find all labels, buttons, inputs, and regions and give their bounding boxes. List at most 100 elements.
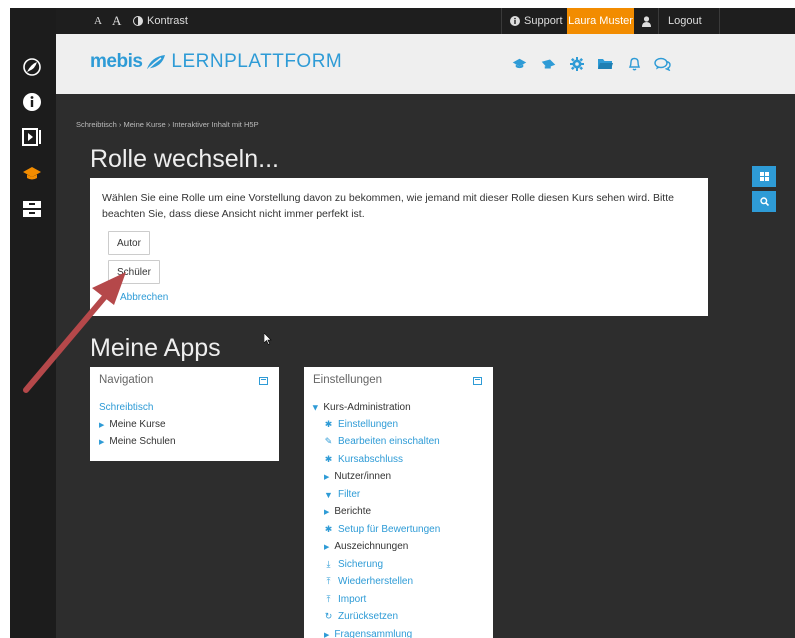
user-menu-button[interactable]: Laura Muster: [567, 8, 634, 34]
mebis-logo[interactable]: mebis LERNPLATTFORM: [90, 51, 342, 73]
archive-icon[interactable]: [21, 198, 43, 220]
logo-brand: mebis: [90, 51, 143, 72]
settings-item-label: Fragensammlung: [334, 629, 413, 638]
search-button[interactable]: [752, 191, 776, 212]
graduation-cap-icon[interactable]: [510, 56, 528, 72]
upload-icon: ⤒: [326, 594, 331, 604]
settings-item-auszeichnungen[interactable]: ▶ Auszeichnungen: [324, 541, 408, 552]
logout-label: Logout: [668, 15, 702, 27]
settings-item-bearbeiten[interactable]: ✎ Bearbeiten einschalten: [324, 436, 440, 447]
contrast-label: Kontrast: [147, 15, 188, 27]
user-name: Laura Muster: [568, 15, 633, 27]
nav-link-label: Schreibtisch: [99, 402, 154, 413]
grid-icon: [759, 172, 769, 181]
refresh-icon: ↻: [324, 611, 333, 621]
font-larger-button[interactable]: A: [112, 8, 121, 34]
info-circle-icon: [510, 16, 520, 26]
settings-item-bewertungen[interactable]: ✱ Setup für Bewertungen: [324, 524, 441, 535]
navigation-block-title: Navigation: [99, 374, 154, 386]
settings-item-nutzer[interactable]: ▶ Nutzer/innen: [324, 471, 391, 482]
support-label: Support: [524, 15, 563, 27]
settings-item-sicherung[interactable]: ⤓ Sicherung: [324, 559, 384, 570]
apps-heading: Meine Apps: [90, 334, 221, 362]
gear-icon: ✱: [324, 524, 333, 534]
user-profile-icon[interactable]: [642, 8, 651, 34]
font-smaller-button[interactable]: A: [94, 8, 102, 34]
top-bar: A A Kontrast Support Laura Muster Logout: [56, 8, 795, 34]
settings-section-kurs-administration[interactable]: ▶ Kurs-Administration: [311, 402, 411, 413]
breadcrumb[interactable]: Schreibtisch › Meine Kurse › Interaktive…: [76, 120, 259, 129]
graduation-cap-icon[interactable]: [21, 163, 43, 185]
leaf-logo-icon: [147, 55, 166, 70]
settings-item-einstellungen[interactable]: ✱ Einstellungen: [324, 419, 398, 430]
comments-icon[interactable]: [653, 56, 671, 72]
switch-role-panel: Wählen Sie eine Rolle um eine Vorstellun…: [90, 178, 708, 316]
triangle-right-icon: ▶: [99, 438, 105, 446]
cancel-link[interactable]: Abbrechen: [120, 292, 168, 303]
settings-block-title: Einstellungen: [313, 374, 383, 386]
settings-item-label: Nutzer/innen: [334, 471, 392, 482]
triangle-right-icon: ▶: [324, 473, 330, 481]
triangle-down-icon: ▶: [311, 404, 319, 411]
filter-icon: ▼: [324, 489, 333, 500]
media-play-icon[interactable]: [21, 126, 43, 148]
download-icon: ⤓: [326, 559, 331, 569]
site-header: mebis LERNPLATTFORM: [56, 34, 795, 94]
role-author-button[interactable]: Autor: [108, 231, 150, 255]
settings-item-kursabschluss[interactable]: ✱ Kursabschluss: [324, 454, 403, 465]
certificate-icon[interactable]: [539, 56, 557, 72]
divider: [501, 8, 502, 34]
mebis-leaf-icon[interactable]: [21, 56, 43, 78]
settings-item-zuruecksetzen[interactable]: ↻ Zurücksetzen: [324, 611, 398, 622]
gear-icon: ✱: [324, 419, 333, 429]
settings-item-label: Wiederherstellen: [338, 576, 414, 587]
triangle-right-icon: ▶: [99, 421, 105, 429]
collapse-icon[interactable]: [473, 377, 482, 385]
navigation-block: Navigation Schreibtisch ▶ Meine Kurse ▶ Me…: [90, 367, 279, 461]
divider: [719, 8, 720, 34]
nav-item-meine-schulen[interactable]: ▶ Meine Schulen: [99, 436, 176, 447]
folder-icon[interactable]: [596, 56, 614, 72]
divider: [658, 8, 659, 34]
gear-icon[interactable]: [568, 56, 586, 72]
settings-item-berichte[interactable]: ▶ Berichte: [324, 506, 371, 517]
settings-item-label: Bearbeiten einschalten: [338, 436, 440, 447]
logout-button[interactable]: Logout: [668, 8, 702, 34]
settings-block: Einstellungen ▶ Kurs-Administration ✱ Eins…: [304, 367, 493, 638]
settings-item-label: Filter: [338, 489, 361, 500]
left-icon-bar: [10, 8, 56, 638]
settings-item-filter[interactable]: ▼ Filter: [324, 489, 360, 500]
contrast-icon: [133, 16, 143, 26]
contrast-button[interactable]: Kontrast: [133, 8, 188, 34]
settings-item-label: Setup für Bewertungen: [338, 524, 441, 535]
triangle-right-icon: ▶: [324, 631, 330, 638]
nav-item-label: Meine Schulen: [109, 436, 176, 447]
collapse-icon[interactable]: [259, 377, 268, 385]
triangle-right-icon: ▶: [324, 508, 330, 516]
app-window: A A Kontrast Support Laura Muster Logout…: [10, 8, 795, 638]
settings-item-fragensammlung[interactable]: ▶ Fragensammlung: [324, 629, 412, 638]
mouse-cursor-icon: [264, 333, 272, 345]
settings-item-label: Einstellungen: [338, 419, 399, 430]
bell-icon[interactable]: [625, 56, 643, 72]
blocks-toggle-button[interactable]: [752, 166, 776, 187]
gear-icon: ✱: [324, 454, 333, 464]
font-smaller-label: A: [94, 15, 102, 27]
pencil-icon: ✎: [324, 436, 333, 446]
nav-item-label: Meine Kurse: [109, 419, 166, 430]
support-button[interactable]: Support: [510, 8, 563, 34]
font-larger-label: A: [112, 13, 122, 28]
triangle-right-icon: ▶: [324, 543, 330, 551]
search-icon: [759, 197, 769, 206]
settings-item-wiederherstellen[interactable]: ⤒ Wiederherstellen: [324, 576, 414, 587]
settings-item-label: Auszeichnungen: [334, 541, 409, 552]
logo-text: LERNPLATTFORM: [171, 51, 343, 72]
settings-section-label: Kurs-Administration: [323, 402, 411, 413]
role-student-button[interactable]: Schüler: [108, 260, 160, 284]
settings-item-label: Berichte: [334, 506, 372, 517]
settings-item-import[interactable]: ⤒ Import: [324, 594, 367, 605]
nav-item-meine-kurse[interactable]: ▶ Meine Kurse: [99, 419, 166, 430]
nav-link-schreibtisch[interactable]: Schreibtisch: [99, 402, 153, 413]
page-title: Rolle wechseln...: [90, 145, 279, 173]
info-icon[interactable]: [21, 91, 43, 113]
